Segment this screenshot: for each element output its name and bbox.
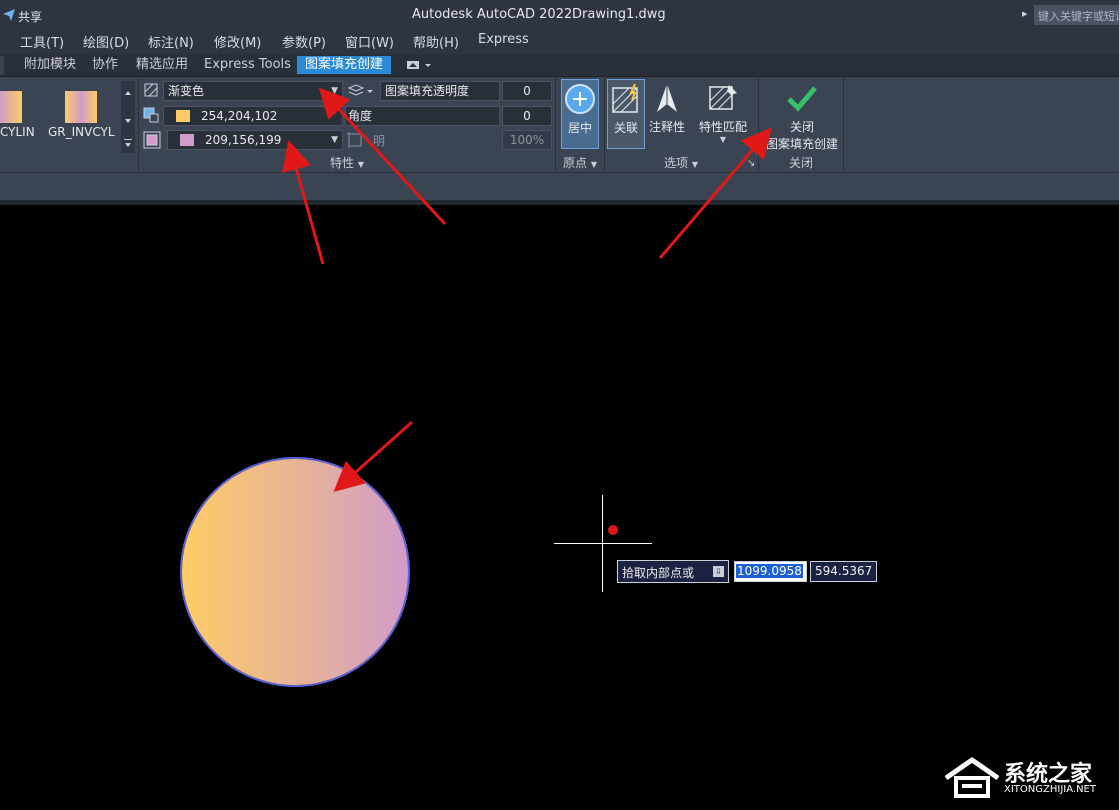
house-logo-icon bbox=[944, 756, 1000, 798]
arrow-to-circle bbox=[333, 420, 413, 492]
arrow-to-close bbox=[658, 127, 772, 259]
annotation-arrows bbox=[282, 87, 772, 492]
arrow-to-color2 bbox=[282, 140, 325, 265]
watermark-sub: XITONGZHIJIA.NET bbox=[1004, 784, 1096, 795]
watermark-logo: 系统之家 XITONGZHIJIA.NET bbox=[942, 752, 1117, 804]
arrow-to-hatch-type bbox=[318, 87, 447, 226]
